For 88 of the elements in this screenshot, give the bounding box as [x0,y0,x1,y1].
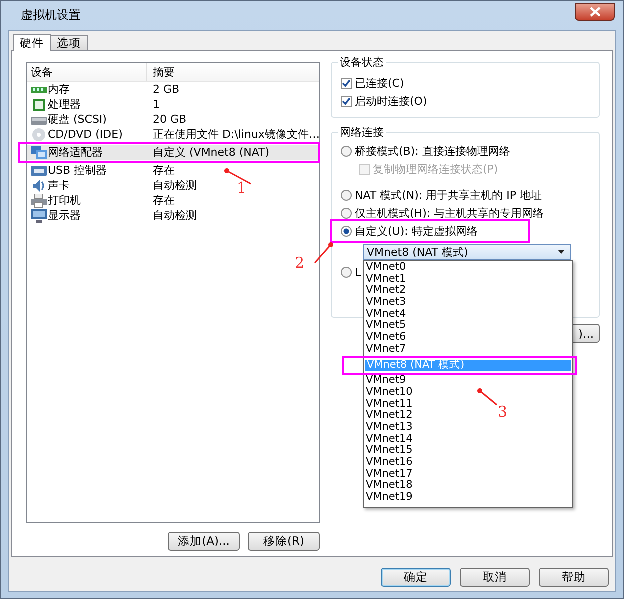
annotation-arrow [478,388,498,406]
radio-label: 仅主机模式(H): 与主机共享的专用网络 [355,206,544,220]
tab[interactable]: 选项 [50,35,88,50]
close-button[interactable] [575,2,615,20]
radio-label: L [355,266,362,278]
radio-label: NAT 模式(N): 用于共享主机的 IP 地址 [355,188,542,202]
caret-icon [558,250,565,254]
close-icon [590,6,600,16]
device-name: 显示器 [48,208,81,223]
device-button[interactable]: 添加(A)... [168,532,240,551]
radio-button[interactable] [341,208,352,218]
dialog-button[interactable]: 取消 [460,568,530,587]
device-row[interactable]: 硬盘 (SCSI) 20 GB [27,112,187,127]
speaker-icon [31,178,47,192]
dropdown-option[interactable]: VMnet11 [364,398,413,410]
dropdown-option[interactable]: VMnet7 [364,344,406,356]
dropdown-option[interactable]: VMnet18 [364,480,413,492]
device-name: USB 控制器 [48,163,108,178]
network-dropdown[interactable]: VMnet8 (NAT 模式) [363,244,571,260]
radio-label: 自定义(U): 特定虚拟网络 [355,224,478,238]
dropdown-option[interactable]: VMnet16 [364,457,413,469]
disc-icon [31,128,47,142]
dropdown-option[interactable]: VMnet1 [364,274,406,286]
checkbox-label: 启动时连接(O) [355,94,428,108]
dropdown-option[interactable]: VMnet19 [364,492,413,504]
column-header: 摘要 [152,64,175,80]
checkbox[interactable] [341,96,352,106]
radio-button[interactable] [341,226,352,236]
checkbox[interactable] [341,78,352,88]
printer-icon [31,194,47,208]
dropdown-option[interactable]: VMnet0 [364,262,406,274]
group-title: 设备状态 [338,55,386,70]
device-row[interactable]: CD/DVD (IDE) 正在使用文件 D:\linux镜像文件… [27,127,320,142]
device-row[interactable]: 打印机 存在 [27,193,175,208]
device-name: 硬盘 (SCSI) [48,112,107,127]
device-summary: 20 GB [152,113,187,126]
device-row[interactable]: USB 控制器 存在 [27,163,175,178]
dropdown-option[interactable]: VMnet6 [364,332,406,344]
annotation-arrow [314,242,334,264]
dialog-button[interactable]: 帮助 [539,568,609,587]
device-summary: 自动检测 [152,208,197,223]
window-title: 虚拟机设置 [21,7,81,24]
device-summary: 自动检测 [152,178,197,193]
device-name: 网络适配器 [48,145,103,160]
device-name: 处理器 [48,97,81,112]
group-title: 网络连接 [338,125,386,140]
device-button[interactable]: 移除(R) [248,532,320,551]
dropdown-option[interactable]: VMnet12 [364,410,413,422]
device-summary: 自定义 (VMnet8 (NAT) [152,145,270,160]
radio-label: 桥接模式(B): 直接连接物理网络 [355,144,510,158]
radio-button[interactable] [341,190,352,200]
checkbox-label: 复制物理网络连接状态(P) [373,162,498,176]
checkbox-label: 已连接(C) [355,76,404,90]
dropdown-option[interactable]: VMnet3 [364,297,406,309]
annotation-number: 3 [498,403,508,421]
device-summary: 2 GB [152,83,180,96]
dropdown-option[interactable]: VMnet4 [364,308,406,320]
device-name: 打印机 [48,193,81,208]
device-row[interactable]: 内存 2 GB [27,82,180,97]
monitor-icon [31,208,47,222]
device-row[interactable]: 声卡 自动检测 [27,178,197,193]
annotation-number: 2 [295,254,305,272]
radio-button[interactable] [341,146,352,156]
dropdown-option[interactable]: VMnet5 [364,320,406,332]
usb-icon [31,164,47,178]
network-icon [31,146,47,160]
radio-button[interactable] [341,266,352,278]
annotation-number: 1 [237,179,247,197]
device-name: 内存 [48,82,70,97]
column-header: 设备 [27,63,147,81]
dropdown-option[interactable]: VMnet2 [364,285,406,298]
device-summary: 存在 [152,193,175,208]
device-summary: 1 [152,98,160,111]
dropdown-option[interactable]: VMnet10 [364,386,413,399]
chip-icon [31,98,47,112]
dropdown-option[interactable]: VMnet17 [364,468,413,480]
dialog-button[interactable]: 确定 [381,568,451,587]
dropdown-option[interactable]: VMnet9 [364,375,406,387]
dropdown-option[interactable]: VMnet14 [364,434,413,446]
dropdown-option[interactable]: VMnet13 [364,422,413,434]
device-row[interactable]: 处理器 1 [27,97,160,112]
tab[interactable]: 硬件 [13,34,51,51]
dropdown-option[interactable]: VMnet15 [364,445,413,457]
device-summary: 正在使用文件 D:\linux镜像文件… [152,127,320,142]
device-name: CD/DVD (IDE) [48,128,123,141]
device-name: 声卡 [48,178,70,193]
device-row[interactable]: 显示器 自动检测 [27,208,197,223]
device-summary: 存在 [152,163,175,178]
